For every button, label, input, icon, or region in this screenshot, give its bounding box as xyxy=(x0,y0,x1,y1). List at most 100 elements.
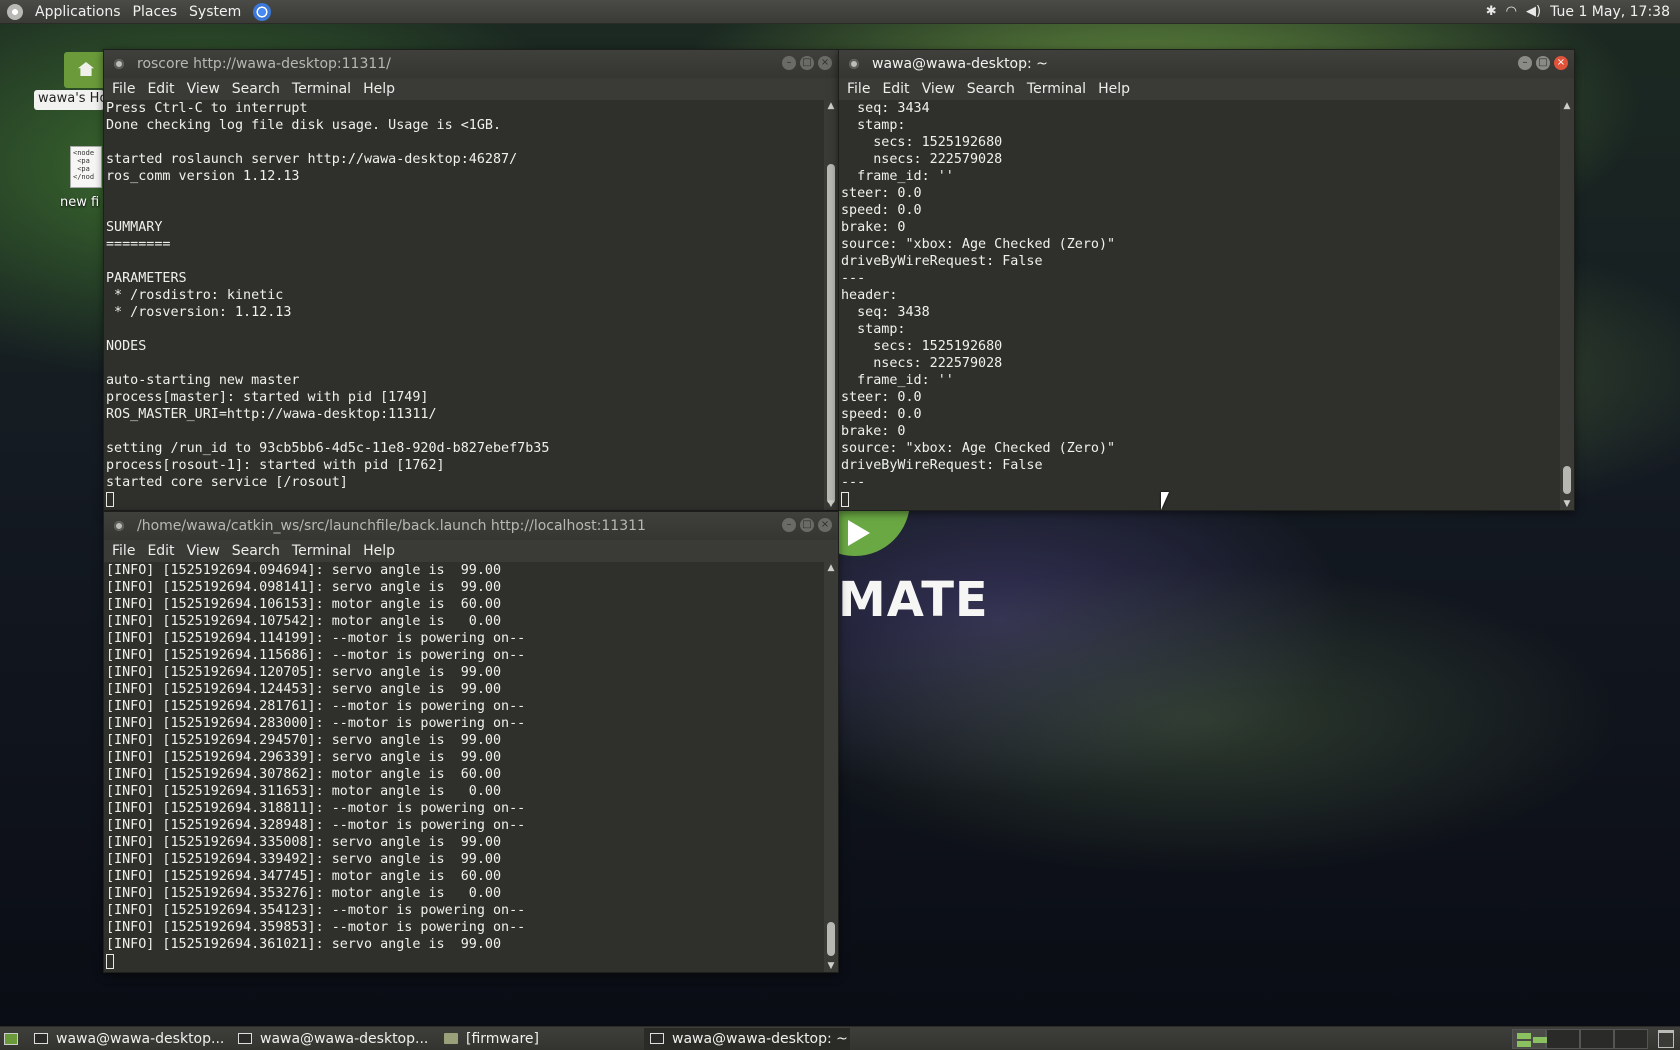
taskbar-item[interactable]: wawa@wawa-desktop... xyxy=(232,1028,438,1050)
menu-file[interactable]: File xyxy=(841,81,876,97)
scroll-thumb[interactable] xyxy=(827,922,835,956)
show-desktop-icon[interactable] xyxy=(4,1032,18,1045)
volume-icon[interactable]: ◀) xyxy=(1526,4,1541,19)
roscore-terminal-window[interactable]: roscore http://wawa-desktop:11311/ – □ ×… xyxy=(103,49,839,511)
scroll-down-icon[interactable]: ▼ xyxy=(824,960,838,972)
menu-edit[interactable]: Edit xyxy=(141,543,180,559)
titlebar[interactable]: /home/wawa/catkin_ws/src/launchfile/back… xyxy=(104,512,838,540)
maximize-button[interactable]: □ xyxy=(1536,56,1550,70)
scroll-thumb[interactable] xyxy=(827,164,835,504)
scrollbar[interactable]: ▲ ▼ xyxy=(824,562,838,972)
menu-help[interactable]: Help xyxy=(1092,81,1136,97)
terminal-line: SUMMARY xyxy=(106,220,163,235)
terminal-line: driveByWireRequest: False xyxy=(841,458,1043,473)
top-panel: Applications Places System ✱ ◠ ◀) Tue 1 … xyxy=(0,0,1680,24)
menu-help[interactable]: Help xyxy=(357,81,401,97)
taskbar-item[interactable]: wawa@wawa-desktop... xyxy=(28,1028,232,1050)
workspace-4[interactable] xyxy=(1614,1028,1648,1049)
window-menu-icon[interactable] xyxy=(849,59,859,69)
terminal-line: [INFO] [1525192694.115686]: --motor is p… xyxy=(106,648,526,663)
terminal-line: Press Ctrl-C to interrupt xyxy=(106,101,308,116)
window-menu-icon[interactable] xyxy=(114,59,124,69)
titlebar[interactable]: roscore http://wawa-desktop:11311/ – □ × xyxy=(104,50,838,78)
minimize-button[interactable]: – xyxy=(782,56,796,70)
menu-terminal[interactable]: Terminal xyxy=(1021,81,1092,97)
terminal-line: process[master]: started with pid [1749] xyxy=(106,390,429,405)
terminal-output[interactable]: Press Ctrl-C to interrupt Done checking l… xyxy=(104,100,824,510)
menu-search[interactable]: Search xyxy=(961,81,1021,97)
scrollbar[interactable]: ▲ ▼ xyxy=(1560,100,1574,510)
terminal-line: secs: 1525192680 xyxy=(841,339,1003,354)
home-terminal-window[interactable]: wawa@wawa-desktop: ~ – □ × File Edit View S… xyxy=(838,49,1575,511)
menu-search[interactable]: Search xyxy=(226,543,286,559)
terminal-line: process[rosout-1]: started with pid [176… xyxy=(106,458,445,473)
terminal-line: --- xyxy=(841,475,866,490)
folder-icon xyxy=(444,1033,458,1044)
wifi-icon[interactable]: ◠ xyxy=(1506,4,1517,19)
terminal-line: PARAMETERS xyxy=(106,271,187,286)
mate-menu-icon[interactable] xyxy=(7,3,23,20)
terminal-line: --- xyxy=(841,271,866,286)
terminal-cursor xyxy=(106,491,824,508)
scroll-down-icon[interactable]: ▼ xyxy=(824,498,838,510)
terminal-line: steer: 0.0 xyxy=(841,186,922,201)
menu-view[interactable]: View xyxy=(181,81,226,97)
trash-icon[interactable] xyxy=(1658,1029,1674,1048)
scroll-down-icon[interactable]: ▼ xyxy=(1560,498,1574,510)
home-folder-label[interactable]: wawa's Home xyxy=(34,90,104,110)
maximize-button[interactable]: □ xyxy=(800,518,814,532)
terminal-line: stamp: xyxy=(841,118,906,133)
scroll-thumb[interactable] xyxy=(1563,466,1571,494)
maximize-button[interactable]: □ xyxy=(800,56,814,70)
menu-file[interactable]: File xyxy=(106,543,141,559)
taskbar-item-label: wawa@wawa-desktop... xyxy=(56,1030,225,1047)
terminal-line: nsecs: 222579028 xyxy=(841,356,1003,371)
menu-search[interactable]: Search xyxy=(226,81,286,97)
menu-terminal[interactable]: Terminal xyxy=(286,543,357,559)
terminal-line: brake: 0 xyxy=(841,424,906,439)
mouse-pointer-icon xyxy=(1161,492,1169,510)
scroll-up-icon[interactable]: ▲ xyxy=(824,100,838,112)
scroll-up-icon[interactable]: ▲ xyxy=(1560,100,1574,112)
workspace-1[interactable] xyxy=(1512,1028,1546,1049)
terminal-output[interactable]: seq: 3434 stamp: secs: 1525192680 nsecs:… xyxy=(839,100,1560,510)
menu-file[interactable]: File xyxy=(106,81,141,97)
system-menu[interactable]: System xyxy=(183,0,247,23)
taskbar-item-active[interactable]: wawa@wawa-desktop: ~ xyxy=(644,1027,850,1050)
menu-view[interactable]: View xyxy=(181,543,226,559)
workspace-3[interactable] xyxy=(1580,1028,1614,1049)
file-label[interactable]: new file xyxy=(60,195,100,210)
scrollbar[interactable]: ▲ ▼ xyxy=(824,100,838,510)
terminal-line: [INFO] [1525192694.354123]: --motor is p… xyxy=(106,903,526,918)
menu-edit[interactable]: Edit xyxy=(141,81,180,97)
places-menu[interactable]: Places xyxy=(127,0,184,23)
titlebar[interactable]: wawa@wawa-desktop: ~ – □ × xyxy=(839,50,1574,78)
menu-edit[interactable]: Edit xyxy=(876,81,915,97)
launch-terminal-window[interactable]: /home/wawa/catkin_ws/src/launchfile/back… xyxy=(103,511,839,973)
workspace-2[interactable] xyxy=(1546,1028,1580,1049)
terminal-line: [INFO] [1525192694.335008]: servo angle … xyxy=(106,835,502,850)
home-folder-icon[interactable] xyxy=(64,52,108,88)
close-button[interactable]: × xyxy=(1554,56,1568,70)
applications-menu[interactable]: Applications xyxy=(29,0,127,23)
terminal-icon xyxy=(238,1033,252,1044)
close-button[interactable]: × xyxy=(818,56,832,70)
terminal-output[interactable]: [INFO] [1525192694.094694]: servo angle … xyxy=(104,562,824,972)
terminal-line: [INFO] [1525192694.311653]: motor angle … xyxy=(106,784,502,799)
xml-file-icon[interactable]: <node <pa <pa </nod xyxy=(70,146,102,188)
workspace-switcher[interactable] xyxy=(1512,1028,1648,1049)
menu-help[interactable]: Help xyxy=(357,543,401,559)
chromium-launcher-icon[interactable] xyxy=(253,2,272,21)
clock[interactable]: Tue 1 May, 17:38 xyxy=(1550,4,1670,20)
terminal-line: [INFO] [1525192694.124453]: servo angle … xyxy=(106,682,502,697)
minimize-button[interactable]: – xyxy=(1518,56,1532,70)
menu-view[interactable]: View xyxy=(916,81,961,97)
window-menu-icon[interactable] xyxy=(114,521,124,531)
scroll-up-icon[interactable]: ▲ xyxy=(824,562,838,574)
bluetooth-icon[interactable]: ✱ xyxy=(1486,4,1497,19)
taskbar-item[interactable]: [firmware] xyxy=(438,1028,644,1050)
terminal-line: nsecs: 222579028 xyxy=(841,152,1003,167)
menu-terminal[interactable]: Terminal xyxy=(286,81,357,97)
minimize-button[interactable]: – xyxy=(782,518,796,532)
close-button[interactable]: × xyxy=(818,518,832,532)
